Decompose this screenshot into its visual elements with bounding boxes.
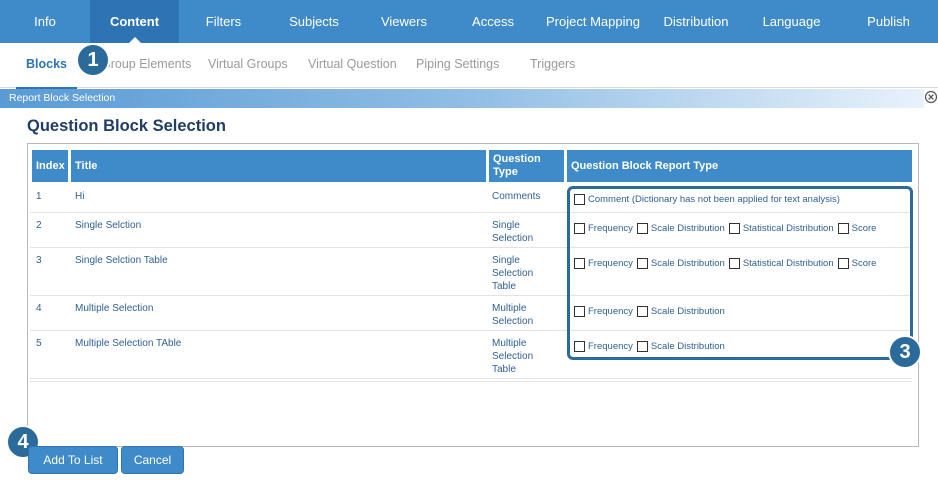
row-2-type: Single Selection: [492, 220, 534, 244]
subtab-blocks[interactable]: Blocks: [16, 43, 77, 89]
row-5-type: Multiple Selection Table: [492, 338, 534, 375]
header-report-type: Question Block Report Type: [567, 150, 912, 182]
tab-project-mapping[interactable]: Project Mapping: [538, 0, 648, 43]
header-question-type: Question Type: [489, 150, 564, 182]
panel-title-bar: Report Block Selection: [0, 89, 924, 108]
row-4-type: Multiple Selection: [492, 303, 534, 327]
row-5-index: 5: [36, 338, 42, 349]
row-divider: [30, 378, 912, 379]
row-3-index: 3: [36, 255, 42, 266]
row-2-index: 2: [36, 220, 42, 231]
report-type-highlight: [567, 186, 913, 360]
row-2-title: Single Selction: [75, 220, 142, 231]
panel-title: Report Block Selection: [9, 92, 116, 104]
cancel-button[interactable]: Cancel: [121, 446, 184, 474]
row-4-title: Multiple Selection: [75, 303, 154, 314]
row-1-type: Comments: [492, 191, 541, 202]
subtab-triggers[interactable]: Triggers: [530, 43, 575, 87]
subtab-virtual-groups[interactable]: Virtual Groups: [208, 43, 288, 87]
callout-badge-1: 1: [76, 43, 110, 77]
tab-viewers[interactable]: Viewers: [360, 0, 448, 43]
callout-badge-3: 3: [888, 335, 922, 369]
sub-nav: Blocks Group Elements Virtual Groups Vir…: [0, 43, 938, 89]
tab-language[interactable]: Language: [744, 0, 839, 43]
tab-publish[interactable]: Publish: [839, 0, 938, 43]
header-title: Title: [71, 150, 486, 182]
row-3-type: Single Selection Table: [492, 255, 534, 292]
tab-filters[interactable]: Filters: [179, 0, 268, 43]
row-1-title: Hi: [75, 191, 85, 202]
close-icon[interactable]: [924, 90, 938, 104]
row-5-title: Multiple Selection TAble: [75, 338, 182, 349]
row-4-index: 4: [36, 303, 42, 314]
subtab-group-elements[interactable]: Group Elements: [101, 43, 191, 87]
header-index: Index: [32, 150, 68, 182]
row-3-title: Single Selction Table: [75, 255, 168, 266]
tab-info[interactable]: Info: [0, 0, 90, 43]
subtab-virtual-question[interactable]: Virtual Question: [308, 43, 397, 87]
tab-subjects[interactable]: Subjects: [268, 0, 360, 43]
add-to-list-button[interactable]: Add To List: [28, 446, 118, 474]
tab-distribution[interactable]: Distribution: [648, 0, 744, 43]
subtab-piping-settings[interactable]: Piping Settings: [416, 43, 499, 87]
page-title: Question Block Selection: [27, 117, 226, 135]
tab-access[interactable]: Access: [448, 0, 538, 43]
row-divider: [30, 381, 912, 382]
row-1-index: 1: [36, 191, 42, 202]
